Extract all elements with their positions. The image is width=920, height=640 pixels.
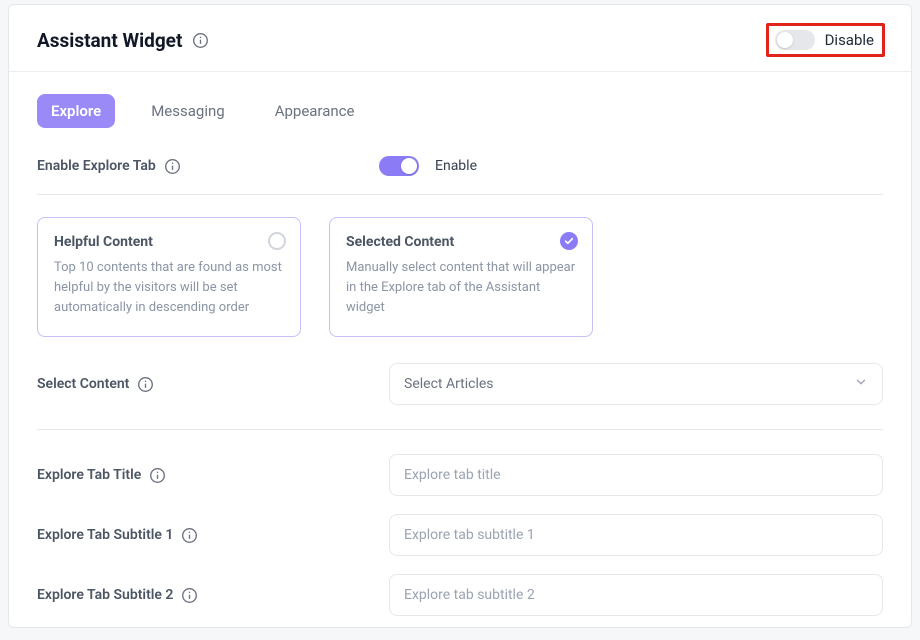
select-placeholder: Select Articles	[404, 376, 494, 392]
assistant-widget-panel: Assistant Widget Disable Explore Messagi…	[8, 4, 912, 628]
panel-body: Explore Messaging Appearance Enable Expl…	[9, 72, 911, 628]
tab-messaging[interactable]: Messaging	[137, 94, 238, 128]
card-title: Selected Content	[346, 234, 576, 250]
explore-title-input[interactable]	[389, 454, 883, 496]
select-articles-dropdown[interactable]: Select Articles	[389, 363, 883, 405]
panel-header: Assistant Widget Disable	[9, 5, 911, 72]
divider	[37, 429, 883, 430]
enable-explore-toggle-area: Enable	[379, 156, 883, 176]
explore-subtitle2-label: Explore Tab Subtitle 2	[37, 587, 173, 603]
info-icon[interactable]	[164, 158, 181, 175]
toggle-knob	[777, 32, 793, 48]
tab-explore[interactable]: Explore	[37, 94, 115, 128]
tab-appearance[interactable]: Appearance	[261, 94, 369, 128]
info-icon[interactable]	[149, 467, 166, 484]
explore-title-label: Explore Tab Title	[37, 467, 141, 483]
info-icon[interactable]	[181, 587, 198, 604]
enable-explore-toggle-label: Enable	[435, 158, 477, 174]
explore-subtitle2-row: Explore Tab Subtitle 2	[37, 574, 883, 616]
explore-subtitle2-label-area: Explore Tab Subtitle 2	[37, 587, 389, 604]
enable-explore-label: Enable Explore Tab	[37, 158, 156, 174]
explore-subtitle1-label-area: Explore Tab Subtitle 1	[37, 527, 389, 544]
toggle-knob	[401, 158, 417, 174]
info-icon[interactable]	[192, 32, 209, 49]
card-description: Top 10 contents that are found as most h…	[54, 258, 284, 318]
info-icon[interactable]	[137, 376, 154, 393]
select-content-label: Select Content	[37, 376, 129, 392]
enable-explore-label-area: Enable Explore Tab	[37, 158, 389, 175]
card-selected-content[interactable]: Selected Content Manually select content…	[329, 217, 593, 337]
explore-subtitle2-field-area	[389, 574, 883, 616]
main-toggle[interactable]	[775, 30, 815, 50]
radio-checked-icon	[560, 232, 578, 250]
select-content-row: Select Content Select Articles	[37, 363, 883, 405]
explore-subtitle1-input[interactable]	[389, 514, 883, 556]
content-mode-cards: Helpful Content Top 10 contents that are…	[37, 217, 883, 337]
card-title: Helpful Content	[54, 234, 284, 250]
select-content-field-area: Select Articles	[389, 363, 883, 405]
enable-explore-row: Enable Explore Tab Enable	[37, 156, 883, 176]
divider	[37, 194, 883, 195]
header-left: Assistant Widget	[37, 29, 209, 52]
main-toggle-container: Disable	[766, 23, 885, 57]
explore-title-label-area: Explore Tab Title	[37, 467, 389, 484]
chevron-down-icon	[854, 375, 868, 393]
card-helpful-content[interactable]: Helpful Content Top 10 contents that are…	[37, 217, 301, 337]
page-title: Assistant Widget	[37, 29, 182, 52]
card-description: Manually select content that will appear…	[346, 258, 576, 318]
main-toggle-label: Disable	[825, 31, 874, 49]
tabs: Explore Messaging Appearance	[37, 94, 883, 128]
explore-subtitle2-input[interactable]	[389, 574, 883, 616]
enable-explore-toggle[interactable]	[379, 156, 419, 176]
explore-subtitle1-field-area	[389, 514, 883, 556]
radio-unchecked-icon	[268, 232, 286, 250]
explore-title-field-area	[389, 454, 883, 496]
select-content-label-area: Select Content	[37, 376, 389, 393]
explore-subtitle1-label: Explore Tab Subtitle 1	[37, 527, 173, 543]
explore-title-row: Explore Tab Title	[37, 454, 883, 496]
explore-subtitle1-row: Explore Tab Subtitle 1	[37, 514, 883, 556]
info-icon[interactable]	[181, 527, 198, 544]
